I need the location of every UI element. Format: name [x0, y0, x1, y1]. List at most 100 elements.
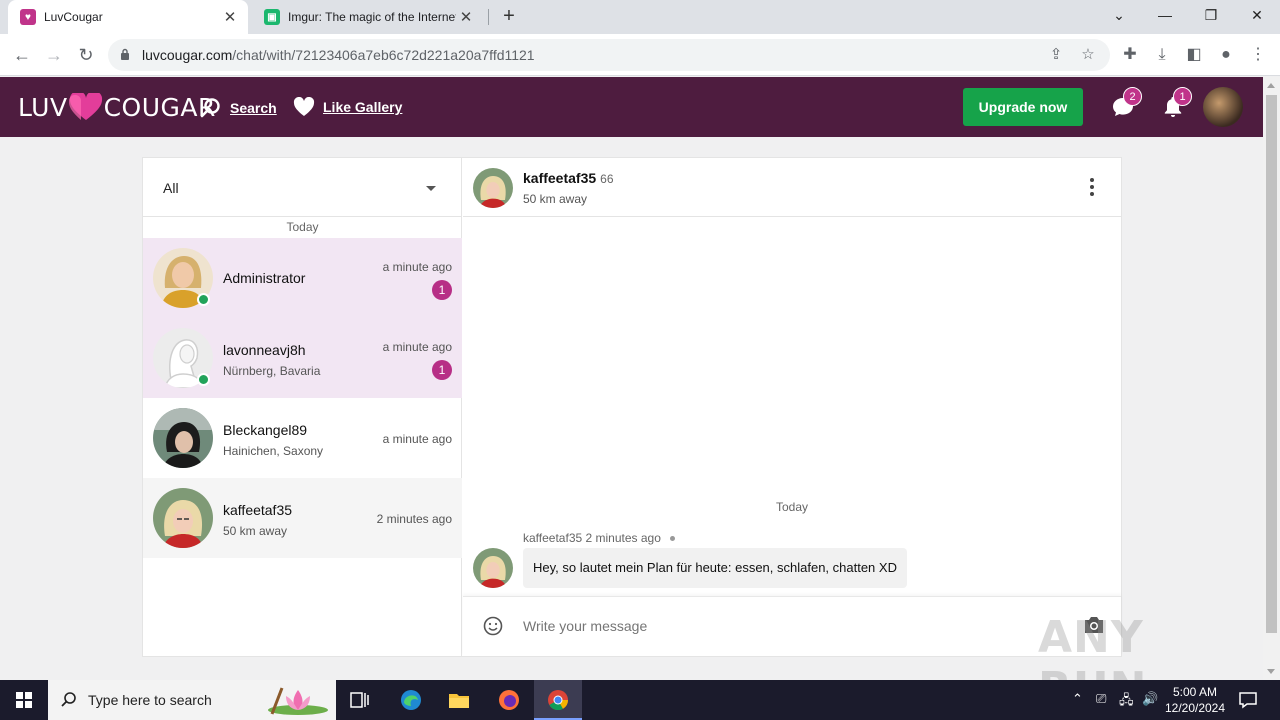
file-explorer-icon[interactable] [447, 688, 471, 712]
scrollbar-thumb[interactable] [1266, 95, 1277, 633]
profile-icon[interactable]: ● [1214, 43, 1238, 67]
chevron-down-icon [426, 186, 436, 191]
edge-browser-icon[interactable] [399, 688, 423, 712]
more-options-icon[interactable] [1089, 178, 1095, 198]
windows-taskbar: Type here to search ⌃ ⎚ 🖧 🔊 5:00 AM 12/2… [0, 680, 1280, 720]
message-composer [463, 596, 1121, 656]
imgur-favicon-icon: ▣ [264, 9, 280, 25]
address-toolbar: ← → ↻ luvcougar.com/chat/with/72123406a7… [0, 34, 1280, 76]
tray-device-icon[interactable]: ⎚ [1096, 691, 1106, 707]
lotus-flower-icon [268, 687, 328, 715]
chat-partner-distance: 50 km away [523, 192, 588, 206]
anyrun-watermark: ANY RUN [1038, 612, 1146, 714]
messages-day-label: Today [775, 500, 809, 514]
new-tab-button[interactable]: + [498, 5, 520, 29]
message-bubble: Hey, so lautet mein Plan für heute: esse… [523, 548, 907, 588]
chat-header: kaffeetaf35 66 50 km away [463, 158, 1121, 217]
taskbar-search-placeholder: Type here to search [88, 692, 212, 708]
conversation-time: a minute ago [382, 340, 452, 354]
tab-luvcougar[interactable]: ♥ LuvCougar ✕ [8, 0, 248, 34]
tray-overflow-chevron-icon[interactable]: ⌃ [1072, 691, 1083, 707]
conversation-filter-dropdown[interactable]: All [143, 158, 462, 217]
url-path: /chat/with/72123406a7eb6c72d221a20a7ffd1… [232, 47, 535, 63]
conversation-name: Administrator [223, 270, 306, 286]
share-icon[interactable]: ⇪ [1046, 45, 1066, 65]
avatar [153, 408, 213, 468]
tab-imgur[interactable]: ▣ Imgur: The magic of the Internet ✕ [252, 0, 484, 34]
message-meta: kaffeetaf35 2 minutes ago [523, 531, 675, 545]
bookmark-star-icon[interactable]: ☆ [1078, 45, 1098, 65]
close-tab-icon[interactable]: ✕ [456, 8, 476, 26]
volume-icon[interactable]: 🔊 [1142, 691, 1158, 707]
upgrade-now-button[interactable]: Upgrade now [963, 88, 1083, 126]
scroll-down-arrow-icon[interactable] [1267, 669, 1275, 674]
avatar [153, 488, 213, 548]
omnibox[interactable]: luvcougar.com/chat/with/72123406a7eb6c72… [108, 39, 1110, 71]
nav-search-link[interactable]: Search [200, 97, 277, 119]
conversation-location: Nürnberg, Bavaria [223, 364, 321, 378]
conversation-item-bleckangel89[interactable]: Bleckangel89 Hainichen, Saxony a minute … [143, 398, 462, 478]
conversation-time: 2 minutes ago [376, 512, 452, 526]
forward-button[interactable]: → [42, 43, 66, 67]
page-scrollbar[interactable] [1263, 77, 1280, 680]
list-day-label: Today [286, 220, 319, 234]
message-status-dot-icon [669, 535, 675, 541]
notifications-badge: 1 [1173, 87, 1192, 106]
unread-count-badge: 1 [432, 360, 452, 380]
conversation-name: kaffeetaf35 [223, 502, 293, 518]
conversation-name: Bleckangel89 [223, 422, 308, 438]
message-input[interactable] [523, 618, 1023, 634]
message-sender-avatar[interactable] [473, 548, 513, 588]
chat-partner-avatar[interactable] [473, 168, 513, 208]
message-time: 2 minutes ago [585, 531, 661, 545]
emoji-icon[interactable] [483, 616, 503, 636]
conversation-location: 50 km away [223, 524, 288, 538]
system-clock[interactable]: 5:00 AM 12/20/2024 [1160, 684, 1230, 716]
online-status-indicator [197, 293, 210, 306]
conversation-item-administrator[interactable]: Administrator a minute ago 1 [143, 238, 462, 318]
chrome-taskbar-button-active[interactable] [534, 680, 582, 720]
taskbar-search-box[interactable]: Type here to search [48, 680, 336, 720]
tab-search-icon[interactable]: ⌄ [1096, 0, 1142, 30]
minimize-button[interactable]: — [1142, 0, 1188, 30]
network-icon[interactable]: 🖧 [1119, 691, 1134, 713]
back-button[interactable]: ← [10, 43, 34, 67]
task-view-icon[interactable] [348, 688, 372, 712]
conversation-name: lavonneavj8h [223, 342, 306, 358]
luvcougar-logo[interactable]: LUV COUGAR [18, 91, 216, 123]
url-text[interactable]: luvcougar.com/chat/with/72123406a7eb6c72… [142, 47, 535, 63]
scroll-up-arrow-icon[interactable] [1267, 83, 1275, 88]
download-icon[interactable]: ⤓ [1150, 43, 1174, 67]
conversation-location: Hainichen, Saxony [223, 444, 324, 458]
close-window-button[interactable]: ✕ [1234, 0, 1280, 30]
side-panel-icon[interactable]: ◧ [1182, 43, 1206, 67]
search-icon [61, 692, 76, 707]
heart-icon [293, 97, 315, 116]
filter-value: All [163, 180, 179, 196]
notification-center-icon[interactable] [1236, 688, 1260, 712]
luvcougar-favicon-icon: ♥ [20, 9, 36, 25]
restore-button[interactable]: ❐ [1188, 0, 1234, 30]
tab-title: Imgur: The magic of the Internet [288, 10, 456, 24]
lock-icon[interactable] [120, 48, 130, 60]
firefox-icon[interactable] [497, 688, 521, 712]
chrome-menu-icon[interactable]: ⋮ [1246, 43, 1270, 67]
conversation-item-lavonneavj8h[interactable]: lavonneavj8h Nürnberg, Bavaria a minute … [143, 318, 462, 398]
clock-date: 12/20/2024 [1164, 701, 1226, 715]
reload-button[interactable]: ↻ [74, 43, 98, 67]
conversation-view: kaffeetaf35 66 50 km away Today kaffeetaf… [463, 158, 1121, 656]
nav-search-label: Search [230, 100, 277, 116]
close-tab-icon[interactable]: ✕ [220, 8, 240, 26]
chat-partner-name-line[interactable]: kaffeetaf35 66 [523, 170, 614, 186]
nav-like-gallery-link[interactable]: Like Gallery [293, 97, 402, 117]
browser-tab-strip: ♥ LuvCougar ✕ ▣ Imgur: The magic of the … [0, 0, 1280, 34]
clock-time: 5:00 AM [1172, 685, 1218, 699]
user-avatar[interactable] [1203, 87, 1243, 127]
conversation-item-kaffeetaf35[interactable]: kaffeetaf35 50 km away 2 minutes ago [143, 478, 462, 558]
logo-text-left: LUV [18, 92, 68, 122]
unread-count-badge: 1 [432, 280, 452, 300]
extensions-icon[interactable]: ✚ [1118, 43, 1142, 67]
message-sender: kaffeetaf35 [523, 531, 583, 545]
chrome-icon [548, 690, 569, 711]
windows-start-icon[interactable] [0, 680, 48, 720]
